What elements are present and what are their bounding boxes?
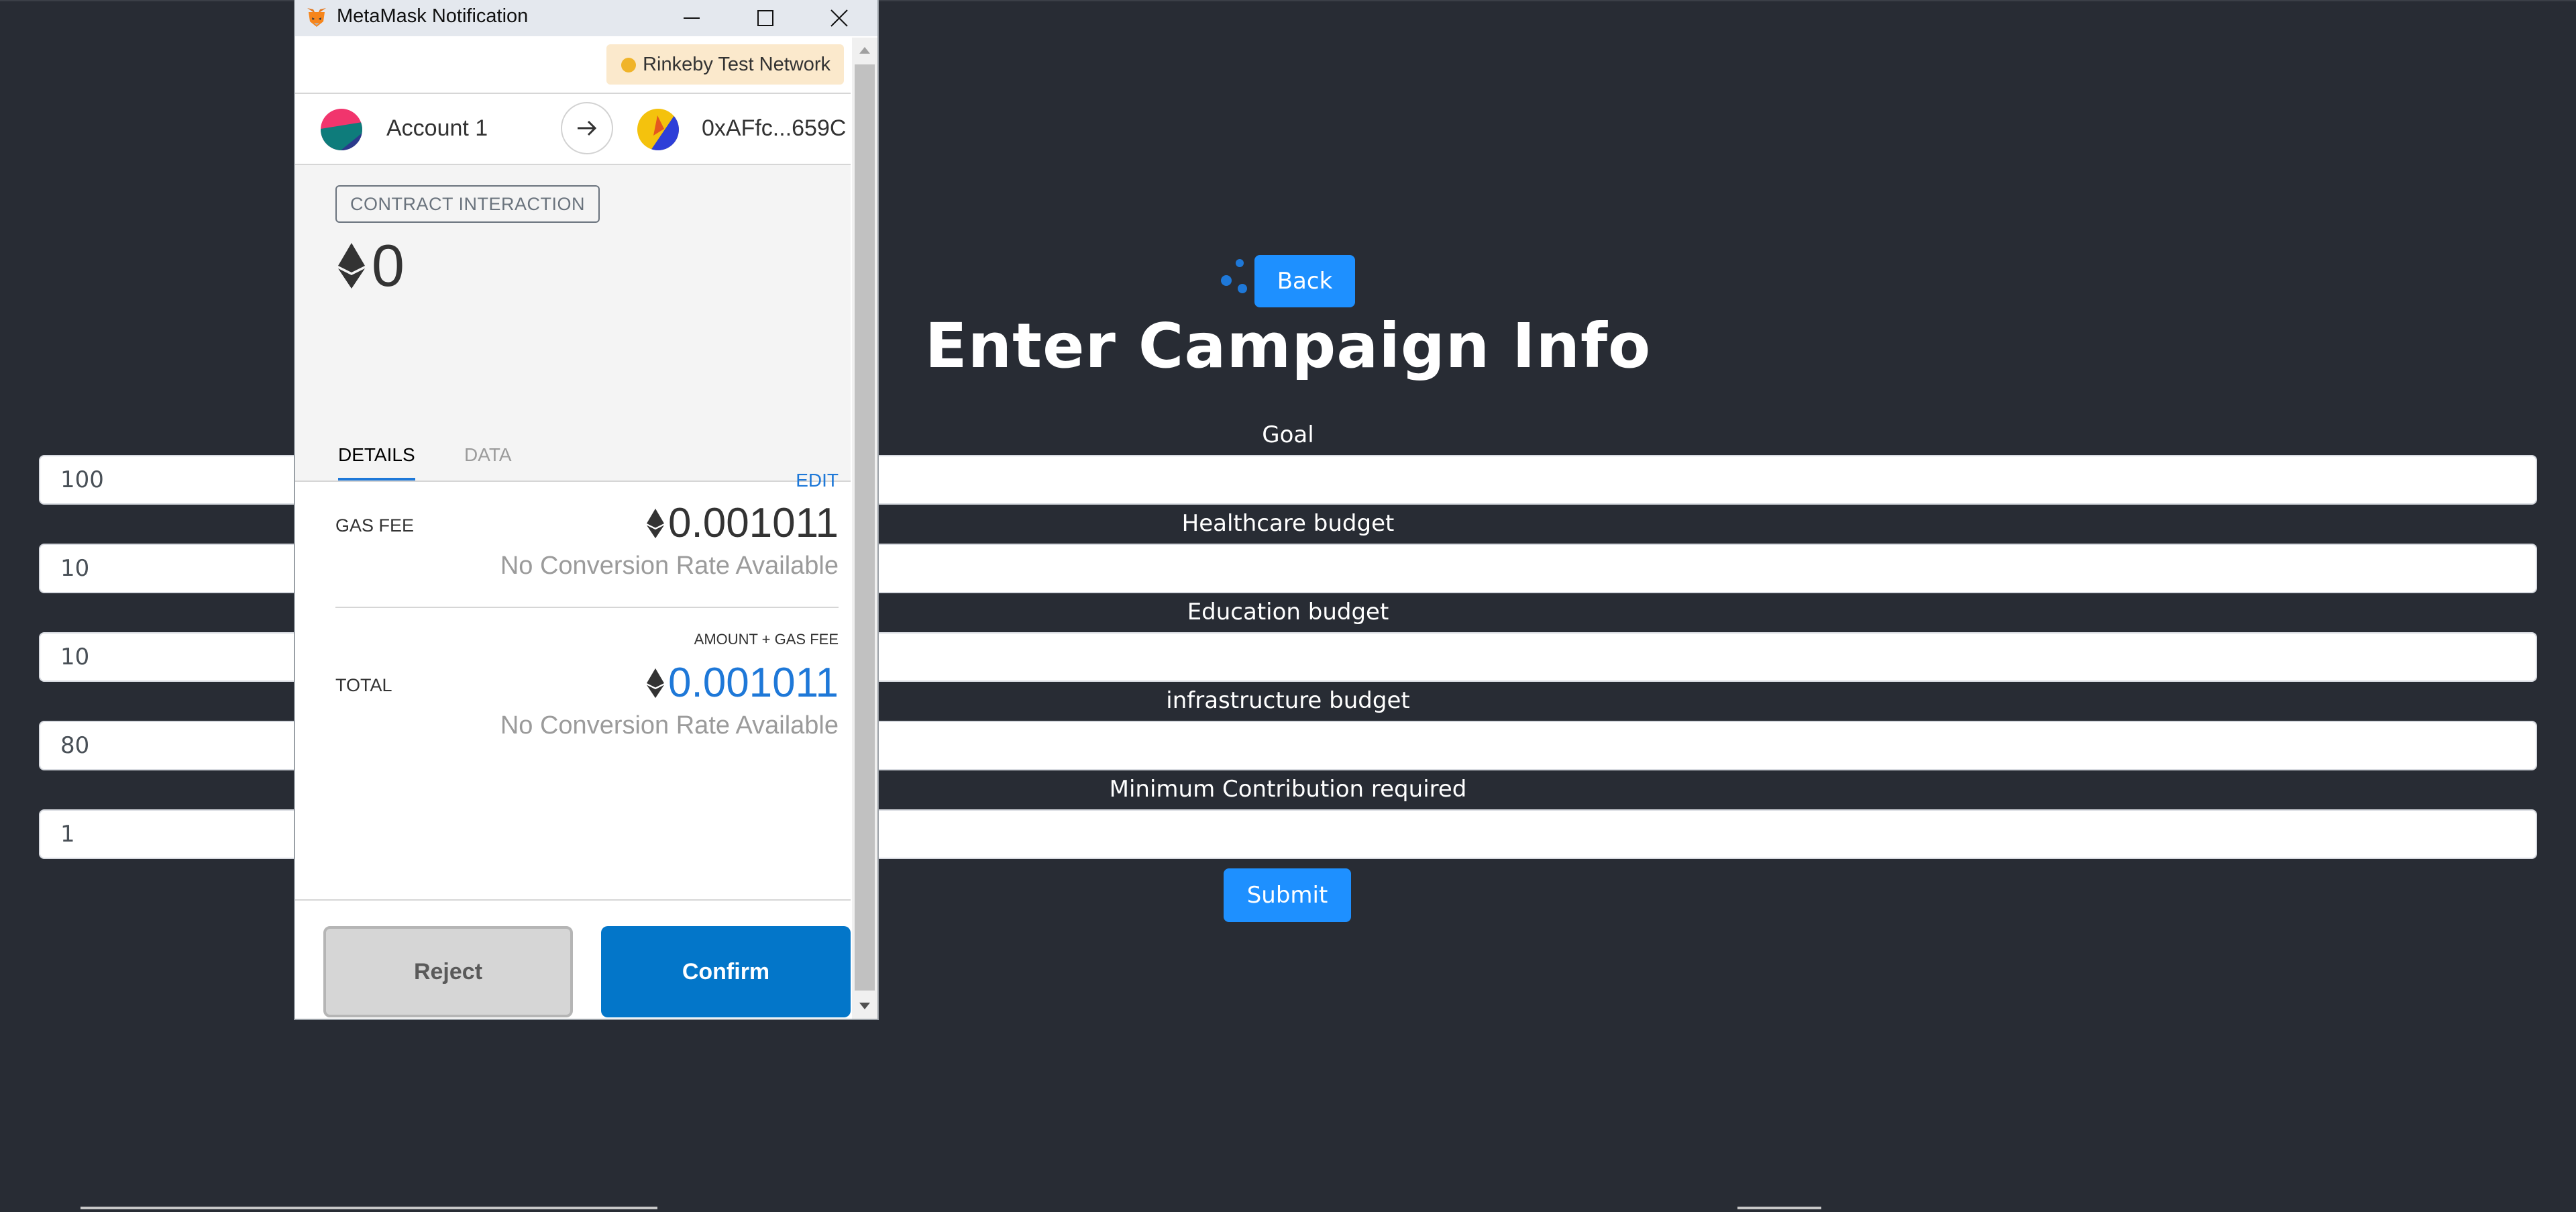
tab-details[interactable]: DETAILS	[338, 444, 415, 481]
account-avatar	[321, 109, 362, 150]
scroll-down-icon[interactable]	[858, 1001, 871, 1011]
sender-account-name[interactable]: Account 1	[386, 115, 488, 142]
total-value: 0.001011	[668, 660, 839, 706]
network-name: Rinkeby Test Network	[643, 53, 830, 75]
eth-icon	[647, 668, 664, 698]
sender-recipient-row: Account 1 0xAFfc...659C	[295, 93, 851, 165]
scrollbar[interactable]	[852, 38, 877, 1019]
metamask-fox-icon	[307, 8, 326, 27]
taskbar-divider	[1737, 1207, 1821, 1209]
submit-button[interactable]: Submit	[1224, 868, 1351, 922]
maximize-icon	[757, 10, 773, 26]
maximize-button[interactable]	[729, 0, 802, 36]
metamask-window: MetaMask Notification Rinkeby Test Netwo…	[295, 0, 877, 1019]
contract-interaction-badge: CONTRACT INTERACTION	[335, 185, 600, 223]
minimize-button[interactable]	[655, 0, 729, 36]
taskbar-divider	[80, 1207, 657, 1209]
amount-value: 0	[372, 232, 405, 299]
eth-icon	[338, 243, 365, 289]
window-title: MetaMask Notification	[337, 5, 529, 27]
tab-data[interactable]: DATA	[464, 444, 512, 478]
window-titlebar[interactable]: MetaMask Notification	[295, 0, 877, 36]
recipient-avatar	[637, 109, 679, 150]
total-caption: AMOUNT + GAS FEE	[694, 631, 839, 648]
edit-gas-link[interactable]: EDIT	[796, 470, 839, 491]
gas-fee-value: 0.001011	[668, 500, 839, 546]
reject-button[interactable]: Reject	[323, 926, 573, 1017]
total-conversion: No Conversion Rate Available	[500, 711, 839, 740]
gas-fee-label: GAS FEE	[335, 515, 415, 536]
confirm-button[interactable]: Confirm	[601, 926, 851, 1017]
minimize-icon	[684, 17, 700, 19]
close-icon	[830, 9, 848, 27]
amount-display: 0	[338, 232, 405, 299]
detail-tabs: DETAILS DATA	[295, 444, 851, 482]
loading-spinner-icon	[1221, 259, 1247, 293]
transaction-summary: CONTRACT INTERACTION 0	[295, 165, 851, 444]
recipient-address[interactable]: 0xAFfc...659C	[702, 115, 846, 142]
total-label: TOTAL	[335, 675, 392, 695]
eth-icon	[647, 508, 664, 538]
transfer-arrow	[561, 102, 613, 154]
total-amount: 0.001011	[647, 659, 839, 707]
details-divider	[335, 607, 839, 608]
gas-fee-conversion: No Conversion Rate Available	[500, 552, 839, 580]
metamask-content: Rinkeby Test Network Account 1 0xAFfc...…	[295, 38, 851, 1019]
back-button[interactable]: Back	[1254, 255, 1355, 307]
network-selector[interactable]: Rinkeby Test Network	[606, 44, 844, 85]
close-button[interactable]	[802, 0, 876, 36]
scroll-up-icon[interactable]	[858, 46, 871, 55]
scrollbar-thumb[interactable]	[855, 64, 875, 991]
network-status-dot	[621, 58, 637, 72]
arrow-right-icon	[578, 120, 597, 136]
footer-divider	[295, 899, 851, 901]
gas-fee-amount: 0.001011	[647, 499, 839, 547]
